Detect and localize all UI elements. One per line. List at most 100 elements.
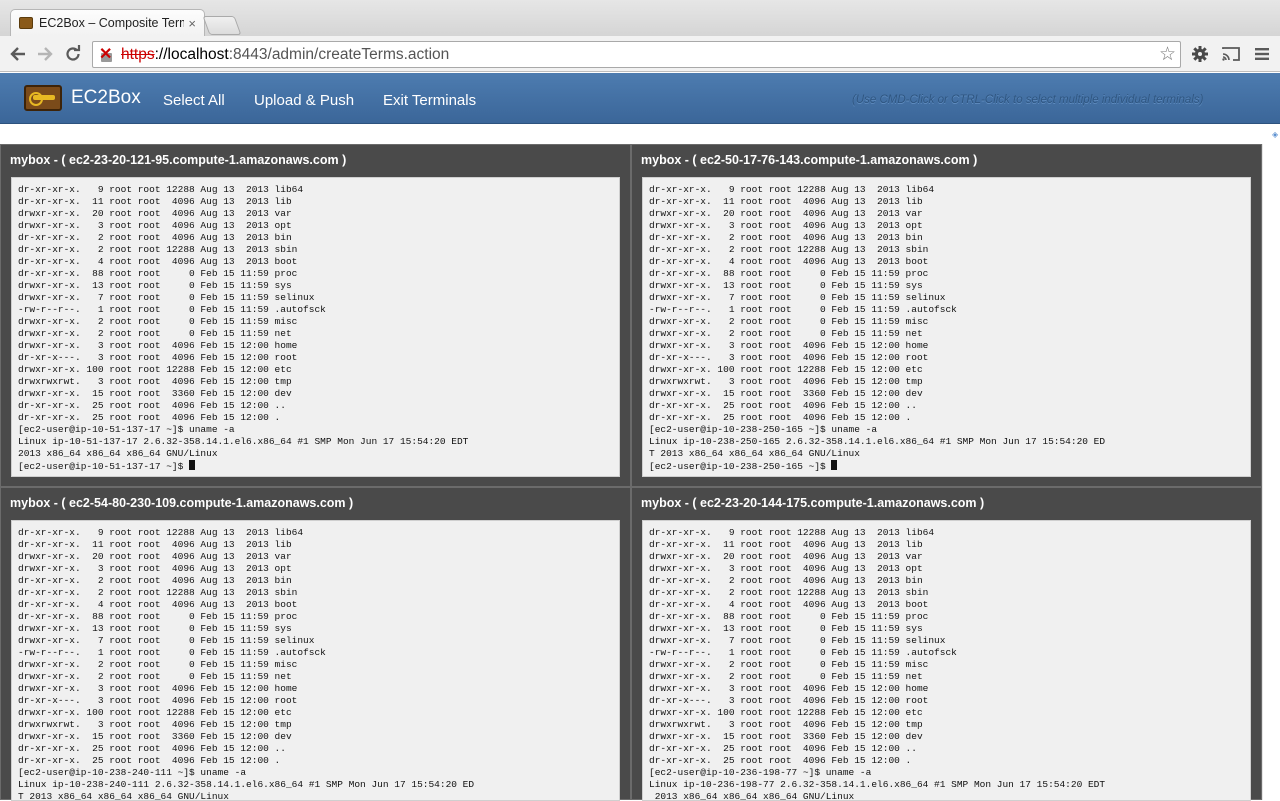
terminal-panel[interactable]: mybox - ( ec2-50-17-76-143.compute-1.ama… [631, 144, 1262, 487]
terminal-line: dr-xr-xr-x. 9 root root 12288 Aug 13 201… [649, 527, 935, 538]
terminal-line: drwxr-xr-x. 3 root root 4096 Feb 15 12:0… [18, 340, 298, 351]
terminal-line: Linux ip-10-236-198-77 2.6.32-358.14.1.e… [649, 779, 1106, 790]
terminal-line: dr-xr-xr-x. 2 root root 12288 Aug 13 201… [649, 587, 929, 598]
broken-lock-icon[interactable]: ✕ [99, 46, 115, 63]
terminal-line: drwxr-xr-x. 20 root root 4096 Aug 13 201… [649, 208, 923, 219]
terminal-line: drwxr-xr-x. 2 root root 0 Feb 15 11:59 n… [18, 671, 292, 682]
terminal-line: dr-xr-xr-x. 4 root root 4096 Aug 13 2013… [18, 599, 298, 610]
tab-title: EC2Box – Composite Termi [39, 16, 185, 30]
terminal-line: dr-xr-xr-x. 11 root root 4096 Aug 13 201… [18, 196, 292, 207]
terminal-line: Linux ip-10-238-240-111 2.6.32-358.14.1.… [18, 779, 475, 790]
terminal-line: dr-xr-xr-x. 9 root root 12288 Aug 13 201… [649, 184, 935, 195]
upload-push-link[interactable]: Upload & Push [254, 92, 354, 109]
terminal-line: drwxr-xr-x. 13 root root 0 Feb 15 11:59 … [649, 280, 923, 291]
terminal-line: drwxrwxrwt. 3 root root 4096 Feb 15 12:0… [18, 376, 292, 387]
terminal-line: [ec2-user@ip-10-238-240-111 ~]$ uname -a [18, 767, 247, 778]
terminal-line: dr-xr-x---. 3 root root 4096 Feb 15 12:0… [649, 352, 929, 363]
browser-tabstrip: EC2Box – Composite Termi × [0, 0, 1280, 36]
ec2box-favicon-icon [19, 17, 33, 29]
terminal-line: drwxr-xr-x. 3 root root 4096 Feb 15 12:0… [649, 683, 929, 694]
terminal-line: drwxr-xr-x. 13 root root 0 Feb 15 11:59 … [18, 623, 292, 634]
url-path: :8443/admin/createTerms.action [228, 45, 450, 63]
terminal-line: drwxr-xr-x. 100 root root 12288 Feb 15 1… [18, 364, 292, 375]
terminal-panel[interactable]: mybox - ( ec2-54-80-230-109.compute-1.am… [0, 487, 631, 801]
terminal-line: -rw-r--r--. 1 root root 0 Feb 15 11:59 .… [18, 647, 326, 658]
treasure-chest-key-icon [24, 85, 62, 111]
url-scheme: https [121, 45, 155, 63]
app-navbar: EC2Box Select All Upload & Push Exit Ter… [0, 73, 1280, 124]
terminal-line: drwxr-xr-x. 2 root root 0 Feb 15 11:59 n… [649, 671, 923, 682]
terminal-output[interactable]: dr-xr-xr-x. 9 root root 12288 Aug 13 201… [11, 520, 620, 801]
terminal-line: dr-xr-xr-x. 25 root root 4096 Feb 15 12:… [18, 743, 286, 754]
terminal-line: Linux ip-10-238-250-165 2.6.32-358.14.1.… [649, 436, 1106, 447]
back-arrow-icon[interactable] [6, 42, 30, 66]
terminal-line: drwxr-xr-x. 7 root root 0 Feb 15 11:59 s… [649, 635, 946, 646]
terminal-line: drwxrwxrwt. 3 root root 4096 Feb 15 12:0… [649, 376, 923, 387]
terminal-line: drwxr-xr-x. 13 root root 0 Feb 15 11:59 … [18, 280, 292, 291]
terminal-line: -rw-r--r--. 1 root root 0 Feb 15 11:59 .… [649, 647, 957, 658]
bookmark-star-icon[interactable]: ☆ [1159, 43, 1176, 66]
terminal-line: dr-xr-xr-x. 88 root root 0 Feb 15 11:59 … [18, 611, 298, 622]
terminal-line: dr-xr-x---. 3 root root 4096 Feb 15 12:0… [18, 695, 298, 706]
terminal-line: [ec2-user@ip-10-51-137-17 ~]$ [18, 460, 619, 472]
extension-gear-icon[interactable] [1188, 42, 1212, 66]
terminal-line: drwxr-xr-x. 15 root root 3360 Feb 15 12:… [18, 731, 292, 742]
terminal-panel[interactable]: mybox - ( ec2-23-20-121-95.compute-1.ama… [0, 144, 631, 487]
terminal-line: drwxr-xr-x. 15 root root 3360 Feb 15 12:… [649, 388, 923, 399]
terminal-line: drwxr-xr-x. 100 root root 12288 Feb 15 1… [649, 364, 923, 375]
cast-icon[interactable] [1219, 42, 1243, 66]
terminal-line: dr-xr-xr-x. 4 root root 4096 Aug 13 2013… [649, 599, 929, 610]
terminal-line: drwxr-xr-x. 20 root root 4096 Aug 13 201… [18, 551, 292, 562]
terminal-line: dr-xr-xr-x. 11 root root 4096 Aug 13 201… [649, 539, 923, 550]
browser-toolbar: ✕ https://localhost:8443/admin/createTer… [0, 36, 1280, 72]
terminal-line: drwxr-xr-x. 2 root root 0 Feb 15 11:59 n… [649, 328, 923, 339]
terminal-line: -rw-r--r--. 1 root root 0 Feb 15 11:59 .… [649, 304, 957, 315]
terminal-grid: mybox - ( ec2-23-20-121-95.compute-1.ama… [0, 144, 1262, 801]
terminal-panel[interactable]: mybox - ( ec2-23-20-144-175.compute-1.am… [631, 487, 1262, 801]
terminal-line: drwxr-xr-x. 3 root root 4096 Aug 13 2013… [18, 220, 292, 231]
terminal-line: dr-xr-xr-x. 88 root root 0 Feb 15 11:59 … [18, 268, 298, 279]
terminal-output[interactable]: dr-xr-xr-x. 9 root root 12288 Aug 13 201… [642, 177, 1251, 477]
terminal-line: dr-xr-xr-x. 4 root root 4096 Aug 13 2013… [649, 256, 929, 267]
terminal-output[interactable]: dr-xr-xr-x. 9 root root 12288 Aug 13 201… [642, 520, 1251, 801]
terminal-line: drwxr-xr-x. 7 root root 0 Feb 15 11:59 s… [649, 292, 946, 303]
terminal-output[interactable]: dr-xr-xr-x. 9 root root 12288 Aug 13 201… [11, 177, 620, 477]
terminal-title: mybox - ( ec2-23-20-144-175.compute-1.am… [641, 496, 985, 510]
terminal-line: [ec2-user@ip-10-51-137-17 ~]$ uname -a [18, 424, 235, 435]
page-scrollbar[interactable] [1262, 144, 1280, 800]
tab-close-icon[interactable]: × [188, 16, 196, 31]
terminal-line: drwxr-xr-x. 100 root root 12288 Feb 15 1… [649, 707, 923, 718]
terminal-line: T 2013 x86_64 x86_64 x86_64 GNU/Linux [649, 448, 860, 459]
terminal-line: dr-xr-xr-x. 2 root root 12288 Aug 13 201… [18, 244, 298, 255]
terminal-line: [ec2-user@ip-10-238-250-165 ~]$ [649, 460, 1250, 472]
terminal-line: drwxr-xr-x. 2 root root 0 Feb 15 11:59 n… [18, 328, 292, 339]
terminal-line: dr-xr-xr-x. 11 root root 4096 Aug 13 201… [18, 539, 292, 550]
terminal-line: dr-xr-x---. 3 root root 4096 Feb 15 12:0… [18, 352, 298, 363]
terminal-line: drwxr-xr-x. 13 root root 0 Feb 15 11:59 … [649, 623, 923, 634]
forward-arrow-icon[interactable] [33, 42, 57, 66]
brand[interactable]: EC2Box [24, 85, 141, 111]
url-host: ://localhost [154, 45, 229, 63]
terminal-line: dr-xr-xr-x. 11 root root 4096 Aug 13 201… [649, 196, 923, 207]
terminal-line: drwxr-xr-x. 3 root root 4096 Aug 13 2013… [649, 220, 923, 231]
reload-icon[interactable] [61, 42, 85, 66]
new-tab-button[interactable] [202, 16, 242, 35]
terminal-line: -rw-r--r--. 1 root root 0 Feb 15 11:59 .… [18, 304, 326, 315]
menu-hamburger-icon[interactable] [1250, 42, 1274, 66]
browser-tab[interactable]: EC2Box – Composite Termi × [10, 9, 205, 36]
terminal-line: dr-xr-xr-x. 25 root root 4096 Feb 15 12:… [18, 755, 281, 766]
terminal-title: mybox - ( ec2-23-20-121-95.compute-1.ama… [10, 153, 347, 167]
select-all-link[interactable]: Select All [163, 92, 225, 109]
terminal-line: dr-xr-xr-x. 2 root root 4096 Aug 13 2013… [18, 575, 292, 586]
terminal-line: dr-xr-xr-x. 25 root root 4096 Feb 15 12:… [649, 400, 917, 411]
scroll-indicator-icon: ◈ [1272, 130, 1279, 139]
terminal-line: [ec2-user@ip-10-238-250-165 ~]$ uname -a [649, 424, 878, 435]
terminal-cursor [831, 460, 838, 470]
terminal-line: drwxrwxrwt. 3 root root 4096 Feb 15 12:0… [649, 719, 923, 730]
terminal-line: dr-xr-xr-x. 2 root root 12288 Aug 13 201… [649, 244, 929, 255]
terminal-line: drwxr-xr-x. 3 root root 4096 Aug 13 2013… [649, 563, 923, 574]
address-bar[interactable]: ✕ https://localhost:8443/admin/createTer… [92, 41, 1181, 68]
terminal-line: dr-xr-xr-x. 2 root root 12288 Aug 13 201… [18, 587, 298, 598]
exit-terminals-link[interactable]: Exit Terminals [383, 92, 476, 109]
terminal-line: dr-xr-xr-x. 25 root root 4096 Feb 15 12:… [18, 412, 281, 423]
